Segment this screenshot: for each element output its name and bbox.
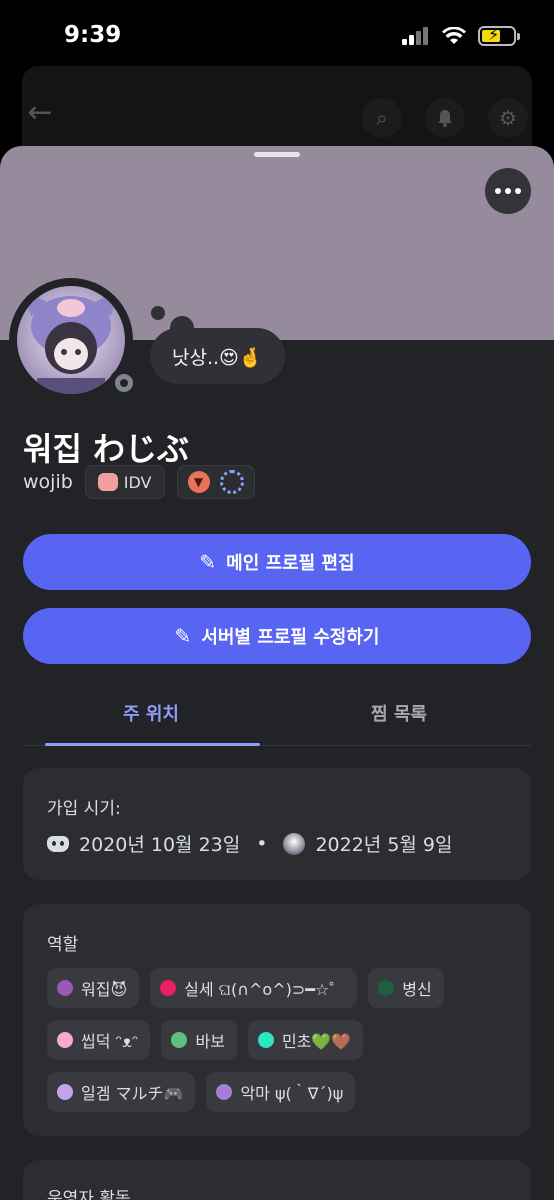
server-tag-label: IDV bbox=[123, 472, 152, 492]
profile-tabs: 주 위치 찜 목록 bbox=[23, 692, 531, 746]
role-pill[interactable]: 씹덕 ᵔᴥᵔ bbox=[47, 1020, 151, 1060]
role-name: 병신 bbox=[402, 980, 432, 999]
edit-server-profile-label: 서버별 프로필 수정하기 bbox=[201, 627, 380, 648]
battery-icon: ⚡ bbox=[478, 25, 520, 46]
back-arrow-icon[interactable]: ← bbox=[20, 92, 60, 132]
role-color-dot bbox=[257, 1032, 274, 1048]
member-since-title: 가입 시기: bbox=[47, 799, 121, 819]
pencil-icon: ✎ bbox=[174, 624, 192, 648]
discord-logo-icon bbox=[47, 835, 69, 852]
bell-icon[interactable] bbox=[425, 98, 465, 138]
username-row: wojib IDV ▼ bbox=[23, 465, 255, 499]
cellular-signal-icon bbox=[402, 27, 428, 45]
date-separator: • bbox=[256, 832, 268, 855]
role-name: 바보 bbox=[195, 1032, 225, 1051]
role-color-dot bbox=[160, 980, 177, 996]
role-pill[interactable]: 민초💚🤎 bbox=[247, 1020, 364, 1060]
role-name: 민초💚🤎 bbox=[281, 1032, 352, 1051]
status-icons: ⚡ bbox=[402, 25, 520, 46]
tab-main-location[interactable]: 주 위치 bbox=[123, 700, 179, 726]
roles-card: 역할 워집😈 실세 ଘ(∩^o^)⊃━☆゜ 병신 씹덕 ᵔᴥᵔ 바보 민초💚🤎 … bbox=[23, 904, 531, 1136]
profile-badges[interactable]: ▼ bbox=[176, 465, 255, 499]
sheet-drag-handle[interactable] bbox=[254, 152, 300, 157]
charging-bolt-icon: ⚡ bbox=[488, 25, 500, 44]
role-pill[interactable]: 워집😈 bbox=[47, 968, 140, 1008]
server-avatar-icon bbox=[283, 832, 306, 855]
status-bar: 9:39 ⚡ bbox=[0, 0, 554, 70]
role-color-dot bbox=[378, 980, 395, 996]
server-join-date: 2022년 5월 9일 bbox=[315, 834, 453, 856]
role-color-dot bbox=[57, 1032, 73, 1048]
more-options-button[interactable] bbox=[485, 168, 531, 214]
discord-join-date: 2020년 10월 23일 bbox=[79, 834, 241, 856]
settings-gear-icon[interactable]: ⚙ bbox=[488, 98, 528, 138]
role-pill[interactable]: 실세 ଘ(∩^o^)⊃━☆゜ bbox=[150, 968, 358, 1008]
role-pill[interactable]: 일겜 マルチ🎮 bbox=[47, 1072, 196, 1112]
role-name: 씹덕 ᵔᴥᵔ bbox=[81, 1032, 139, 1051]
roles-list: 워집😈 실세 ଘ(∩^o^)⊃━☆゜ 병신 씹덕 ᵔᴥᵔ 바보 민초💚🤎 일겜 … bbox=[47, 968, 517, 1112]
edit-main-profile-button[interactable]: ✎ 메인 프로필 편집 bbox=[23, 534, 531, 590]
server-tag-pill[interactable]: IDV bbox=[84, 465, 165, 499]
role-color-dot bbox=[171, 1032, 188, 1048]
custom-status-bubble[interactable]: 낫상..😍🤞 bbox=[150, 328, 285, 384]
role-name: 실세 ଘ(∩^o^)⊃━☆゜ bbox=[184, 980, 346, 999]
display-name: 워집 わじぶ bbox=[23, 430, 190, 468]
edit-main-profile-label: 메인 프로필 편집 bbox=[226, 553, 355, 574]
hypesquad-badge-icon[interactable]: ▼ bbox=[187, 471, 210, 493]
status-time: 9:39 bbox=[64, 22, 122, 48]
active-tab-indicator bbox=[45, 743, 260, 746]
member-since-row: 2020년 10월 23일 • 2022년 5월 9일 bbox=[47, 830, 453, 857]
role-name: 악마 ψ(｀∇´)ψ bbox=[240, 1084, 344, 1103]
tab-wishlist[interactable]: 찜 목록 bbox=[371, 700, 427, 726]
avatar-container[interactable] bbox=[9, 268, 159, 408]
role-name: 일겜 マルチ🎮 bbox=[81, 1084, 184, 1103]
role-pill[interactable]: 병신 bbox=[368, 968, 444, 1008]
background-header: ← ⌕ ⚙ bbox=[0, 92, 554, 152]
moderator-activity-card: 운영자 활동 bbox=[23, 1160, 531, 1200]
search-icon[interactable]: ⌕ bbox=[362, 98, 402, 138]
role-name: 워집😈 bbox=[81, 980, 128, 999]
moderator-activity-title: 운영자 활동 bbox=[47, 1189, 131, 1200]
role-color-dot bbox=[216, 1084, 233, 1100]
wifi-icon bbox=[442, 27, 466, 44]
role-color-dot bbox=[57, 980, 73, 996]
role-pill[interactable]: 바보 bbox=[161, 1020, 237, 1060]
pencil-icon: ✎ bbox=[199, 550, 217, 574]
roles-title: 역할 bbox=[47, 935, 79, 955]
profile-sheet: 낫상..😍🤞 워집 わじぶ wojib IDV ▼ ✎ 메인 프로필 편집 ✎ … bbox=[0, 146, 554, 1200]
role-pill[interactable]: 악마 ψ(｀∇´)ψ bbox=[206, 1072, 356, 1112]
thought-bubble-dot bbox=[151, 306, 165, 320]
heart-badge-icon bbox=[97, 473, 118, 491]
nitro-laurel-badge-icon[interactable] bbox=[219, 470, 244, 494]
presence-status-indicator bbox=[109, 368, 139, 398]
username: wojib bbox=[23, 471, 73, 493]
role-color-dot bbox=[57, 1084, 73, 1100]
edit-server-profile-button[interactable]: ✎ 서버별 프로필 수정하기 bbox=[23, 608, 531, 664]
member-since-card: 가입 시기: 2020년 10월 23일 • 2022년 5월 9일 bbox=[23, 768, 531, 880]
